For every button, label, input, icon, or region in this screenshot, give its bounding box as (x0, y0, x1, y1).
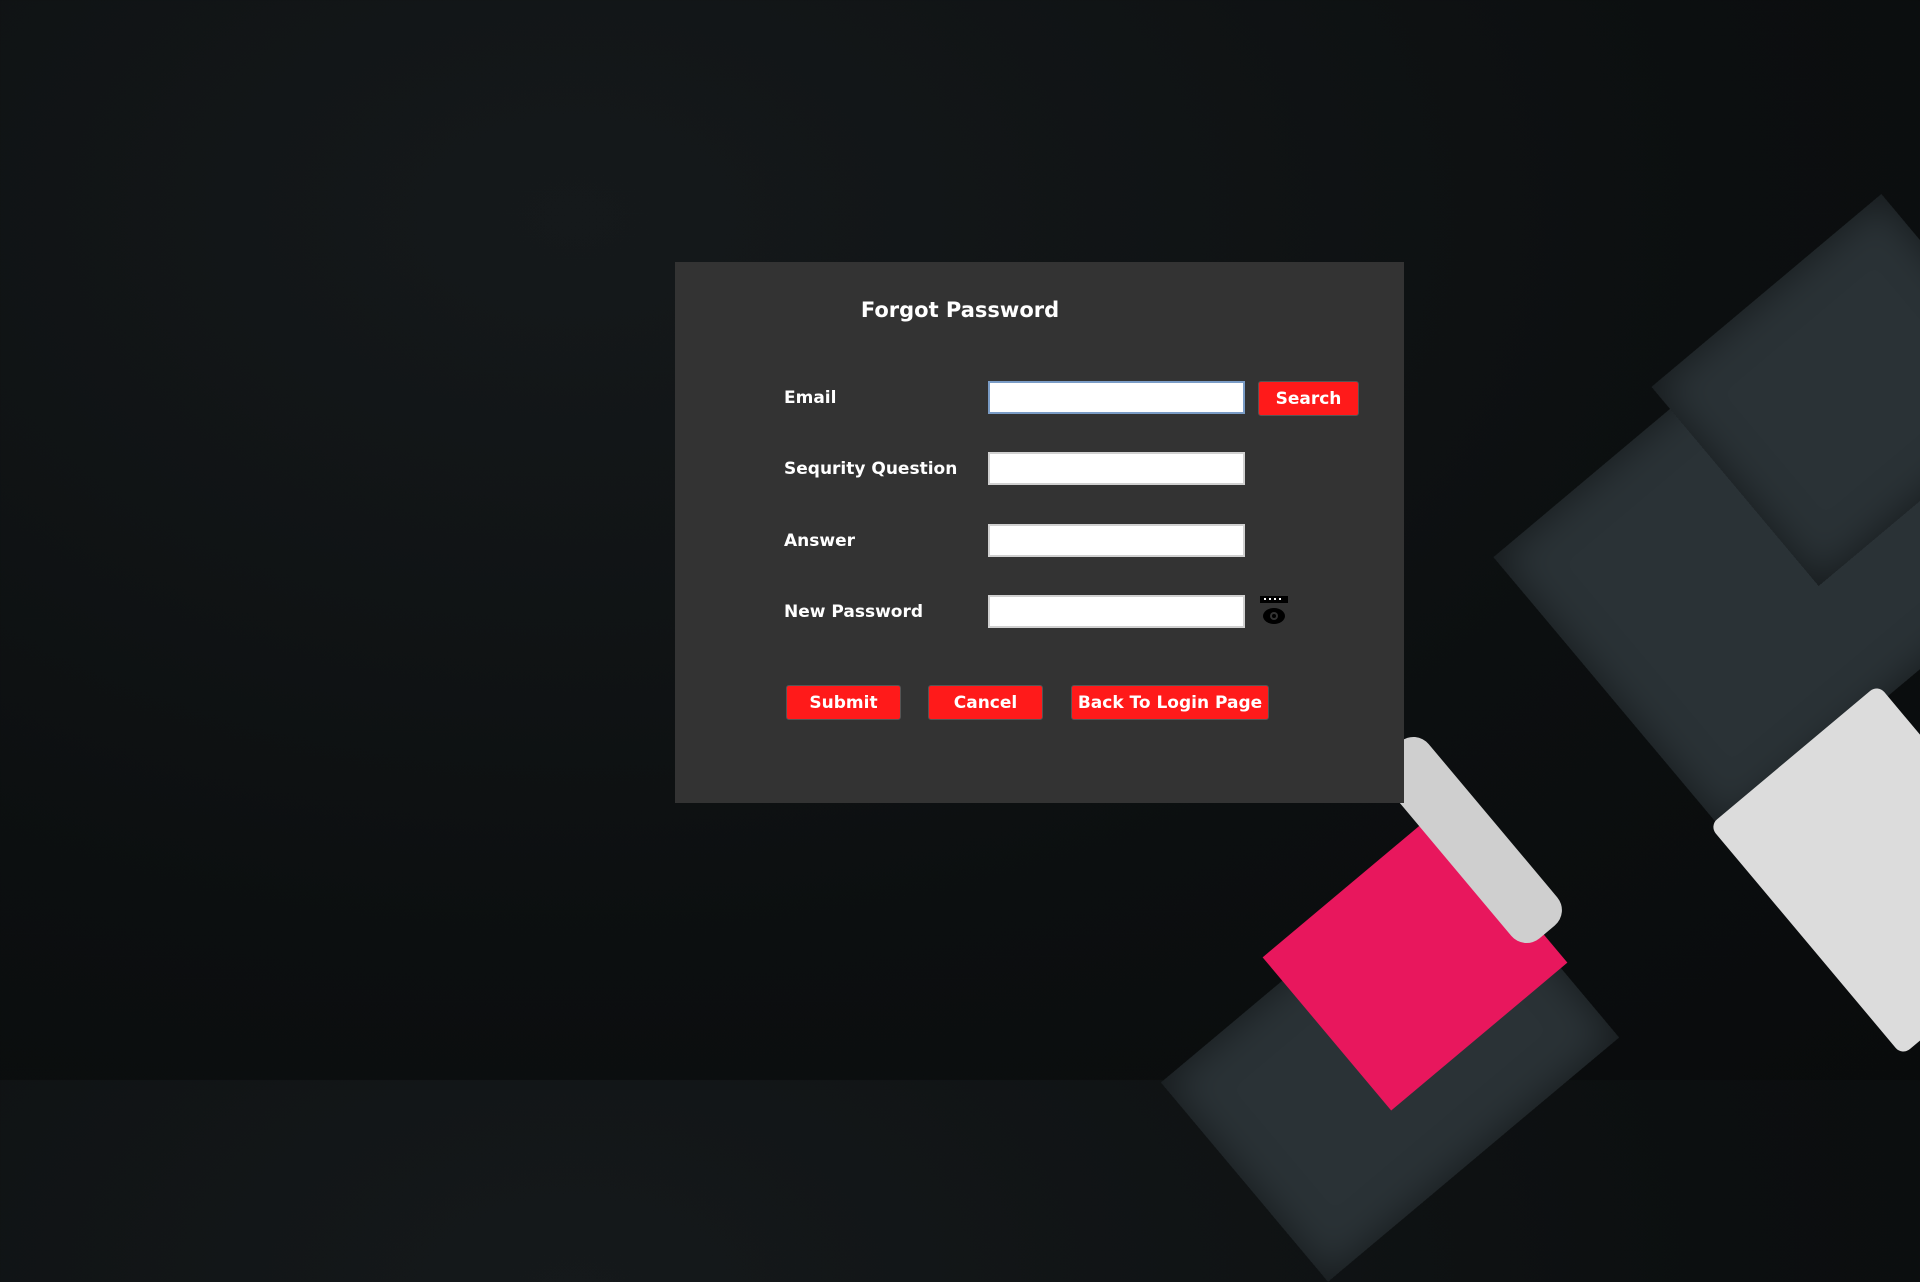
new-password-label: New Password (784, 602, 924, 622)
answer-label: Answer (784, 531, 855, 551)
new-password-input[interactable] (988, 595, 1245, 628)
dialog-title: Forgot Password (860, 298, 1060, 322)
email-label: Email (784, 388, 837, 408)
security-question-label: Sequrity Question (784, 459, 958, 479)
back-to-login-button[interactable]: Back To Login Page (1071, 685, 1269, 720)
submit-button[interactable]: Submit (786, 685, 901, 720)
security-question-input[interactable] (988, 452, 1245, 485)
email-input[interactable] (988, 381, 1245, 414)
search-button[interactable]: Search (1258, 381, 1359, 416)
answer-input[interactable] (988, 524, 1245, 557)
eye-icon[interactable] (1259, 594, 1289, 626)
cancel-button[interactable]: Cancel (928, 685, 1043, 720)
